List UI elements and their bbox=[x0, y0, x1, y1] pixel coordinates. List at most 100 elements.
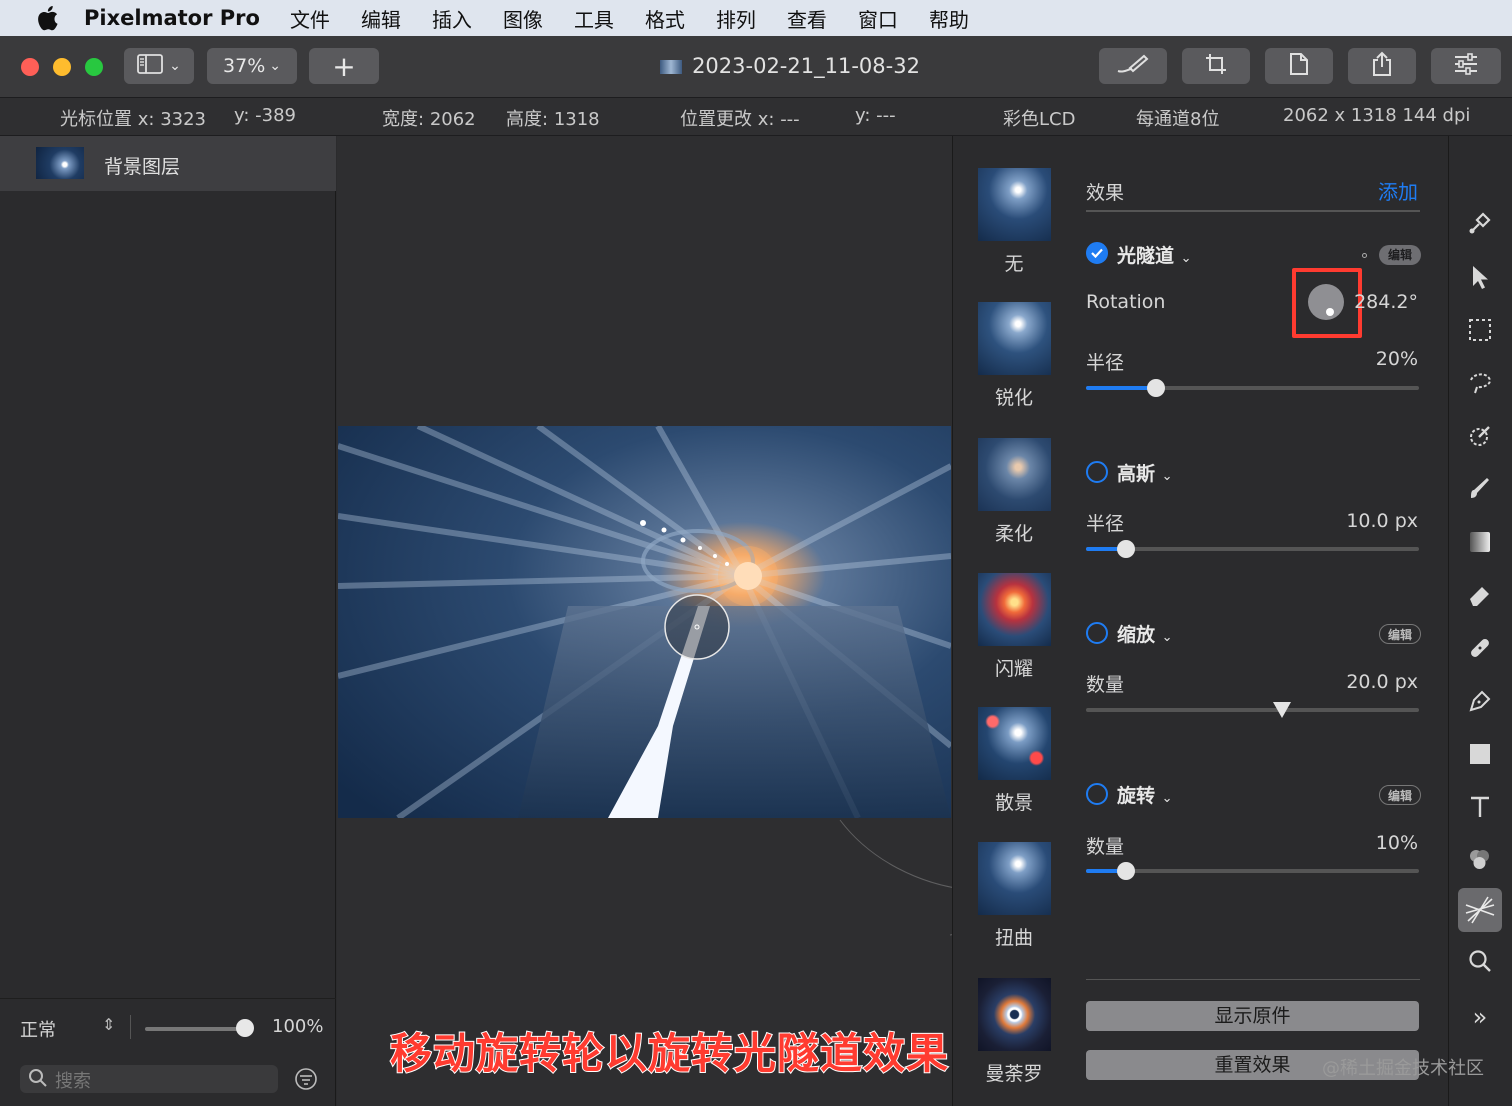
lasso-selection-icon[interactable] bbox=[1463, 366, 1497, 400]
color-adjust-icon[interactable] bbox=[1463, 843, 1497, 877]
tutorial-caption: 移动旋转轮以旋转光隧道效果 bbox=[389, 1028, 950, 1079]
preset-thumb-sharpen[interactable] bbox=[978, 302, 1051, 375]
preset-thumb-distort[interactable] bbox=[978, 842, 1051, 915]
rotation-wheel-overlay[interactable] bbox=[664, 594, 730, 660]
apple-menu-icon[interactable] bbox=[32, 3, 62, 33]
effects-tool-icon[interactable] bbox=[1458, 888, 1502, 932]
spin-blur-amount-slider[interactable] bbox=[1086, 869, 1419, 873]
shape-rectangle-icon[interactable] bbox=[1463, 737, 1497, 771]
rectangular-selection-icon[interactable] bbox=[1463, 313, 1497, 347]
zoom-blur-edit-button[interactable]: 编辑 bbox=[1379, 624, 1421, 644]
center-point-icon[interactable] bbox=[1362, 253, 1367, 258]
color-selection-icon[interactable] bbox=[1463, 419, 1497, 453]
info-bar: 光标位置 x: 3323 y: -389 宽度: 2062 高度: 1318 位… bbox=[0, 98, 1512, 136]
show-original-button[interactable]: 显示原件 bbox=[1086, 1001, 1419, 1031]
zoom-level-dropdown[interactable]: 37% ⌄ bbox=[207, 48, 297, 84]
cursor-position-x: 光标位置 x: 3323 bbox=[60, 105, 206, 131]
blend-mode-select[interactable]: 正常 bbox=[20, 1016, 56, 1042]
slider-fill bbox=[1086, 386, 1156, 390]
add-button[interactable]: + bbox=[309, 48, 379, 84]
text-tool-icon[interactable] bbox=[1463, 790, 1497, 824]
zoom-blur-label: 缩放 bbox=[1117, 624, 1156, 646]
pos-y-label: y: bbox=[855, 105, 871, 126]
preset-thumb-bokeh[interactable] bbox=[978, 707, 1051, 780]
zoom-blur-effect-name[interactable]: 缩放 ⌄ bbox=[1117, 620, 1173, 647]
app-name-menu[interactable]: Pixelmator Pro bbox=[84, 6, 260, 30]
retouch-tool-button[interactable] bbox=[1099, 48, 1167, 84]
layer-row[interactable]: 背景图层 bbox=[0, 136, 336, 191]
document-title-text: 2023-02-21_11-08-32 bbox=[692, 54, 920, 78]
rotation-wheel-handle[interactable] bbox=[1326, 308, 1334, 316]
position-change-x: 位置更改 x: --- bbox=[680, 105, 800, 131]
spin-blur-edit-button[interactable]: 编辑 bbox=[1379, 785, 1421, 805]
light-tunnel-edit-button[interactable]: 编辑 bbox=[1379, 245, 1421, 265]
export-document-button[interactable] bbox=[1265, 48, 1333, 84]
repair-bandage-icon[interactable] bbox=[1463, 631, 1497, 665]
preset-thumb-glow[interactable] bbox=[978, 573, 1051, 646]
adjustments-button[interactable] bbox=[1431, 48, 1501, 84]
arrange-tool-icon[interactable] bbox=[1463, 260, 1497, 294]
preset-thumb-mandala[interactable] bbox=[978, 978, 1051, 1051]
canvas-area[interactable] bbox=[337, 136, 952, 1106]
spin-blur-checkbox[interactable] bbox=[1086, 783, 1108, 805]
zoom-blur-amount-slider[interactable] bbox=[1086, 708, 1419, 712]
light-tunnel-radius-label: 半径 bbox=[1086, 352, 1125, 374]
cursor-position-y: y: -389 bbox=[234, 105, 296, 126]
menu-help[interactable]: 帮助 bbox=[929, 4, 969, 33]
opacity-slider[interactable] bbox=[145, 1027, 245, 1031]
gaussian-radius-knob[interactable] bbox=[1116, 540, 1135, 558]
pen-tool-icon[interactable] bbox=[1463, 684, 1497, 718]
search-icon bbox=[28, 1068, 48, 1092]
menu-insert[interactable]: 插入 bbox=[432, 4, 472, 33]
add-effect-button[interactable]: 添加 bbox=[1378, 176, 1418, 205]
layer-thumbnail bbox=[36, 147, 84, 179]
document-icon bbox=[1289, 52, 1309, 81]
spin-blur-amount-knob[interactable] bbox=[1116, 862, 1135, 880]
light-tunnel-checkbox[interactable] bbox=[1086, 242, 1108, 264]
zoom-blur-amount-knob[interactable] bbox=[1273, 702, 1292, 718]
light-tunnel-effect-name[interactable]: 光隧道 ⌄ bbox=[1117, 241, 1192, 268]
layers-search-input[interactable]: 搜索 bbox=[20, 1065, 278, 1093]
rotation-value: 284.2° bbox=[1354, 291, 1418, 313]
menu-arrange[interactable]: 排列 bbox=[716, 4, 756, 33]
sidebar-toggle-button[interactable]: ⌄ bbox=[124, 48, 194, 84]
menu-window[interactable]: 窗口 bbox=[858, 4, 898, 33]
menu-edit[interactable]: 编辑 bbox=[361, 4, 401, 33]
preset-thumb-none[interactable] bbox=[978, 168, 1051, 241]
rotation-wheel[interactable] bbox=[1308, 284, 1344, 320]
preset-label-distort: 扭曲 bbox=[994, 927, 1033, 949]
close-window-button[interactable] bbox=[21, 58, 39, 76]
menu-file[interactable]: 文件 bbox=[290, 4, 330, 33]
more-tools-chevron-icon[interactable]: » bbox=[1463, 1000, 1497, 1034]
gaussian-checkbox[interactable] bbox=[1086, 461, 1108, 483]
style-tool-icon[interactable] bbox=[1463, 206, 1497, 240]
preset-thumb-soften[interactable] bbox=[978, 438, 1051, 511]
gaussian-radius-slider[interactable] bbox=[1086, 547, 1419, 551]
image-height: 高度: 1318 bbox=[506, 105, 600, 131]
opacity-slider-knob[interactable] bbox=[236, 1019, 254, 1037]
paint-brush-icon[interactable] bbox=[1463, 472, 1497, 506]
light-tunnel-radius-slider[interactable] bbox=[1086, 386, 1419, 390]
sliders-icon bbox=[1453, 52, 1479, 80]
checkmark-icon bbox=[1091, 248, 1103, 259]
menu-format[interactable]: 格式 bbox=[645, 4, 685, 33]
share-button[interactable] bbox=[1348, 48, 1416, 84]
gaussian-effect-name[interactable]: 高斯 ⌄ bbox=[1117, 459, 1173, 486]
menu-view[interactable]: 查看 bbox=[787, 4, 827, 33]
eraser-icon[interactable] bbox=[1463, 578, 1497, 612]
gradient-tool-icon[interactable] bbox=[1463, 525, 1497, 559]
menu-tools[interactable]: 工具 bbox=[574, 4, 614, 33]
crop-button[interactable] bbox=[1182, 48, 1250, 84]
light-tunnel-radius-knob[interactable] bbox=[1146, 379, 1165, 397]
dimensions-dpi: 2062 x 1318 144 dpi bbox=[1283, 105, 1471, 126]
chevron-down-icon: ⌄ bbox=[269, 58, 281, 74]
zoom-window-button[interactable] bbox=[85, 58, 103, 76]
zoom-blur-checkbox[interactable] bbox=[1086, 622, 1108, 644]
menu-image[interactable]: 图像 bbox=[503, 4, 543, 33]
tunnel-image[interactable] bbox=[338, 426, 951, 818]
filter-icon[interactable] bbox=[294, 1067, 318, 1095]
spin-blur-effect-name[interactable]: 旋转 ⌄ bbox=[1117, 781, 1173, 808]
up-down-chevron-icon[interactable]: ⇕ bbox=[102, 1015, 115, 1034]
minimize-window-button[interactable] bbox=[53, 58, 71, 76]
zoom-magnifier-icon[interactable] bbox=[1463, 944, 1497, 978]
